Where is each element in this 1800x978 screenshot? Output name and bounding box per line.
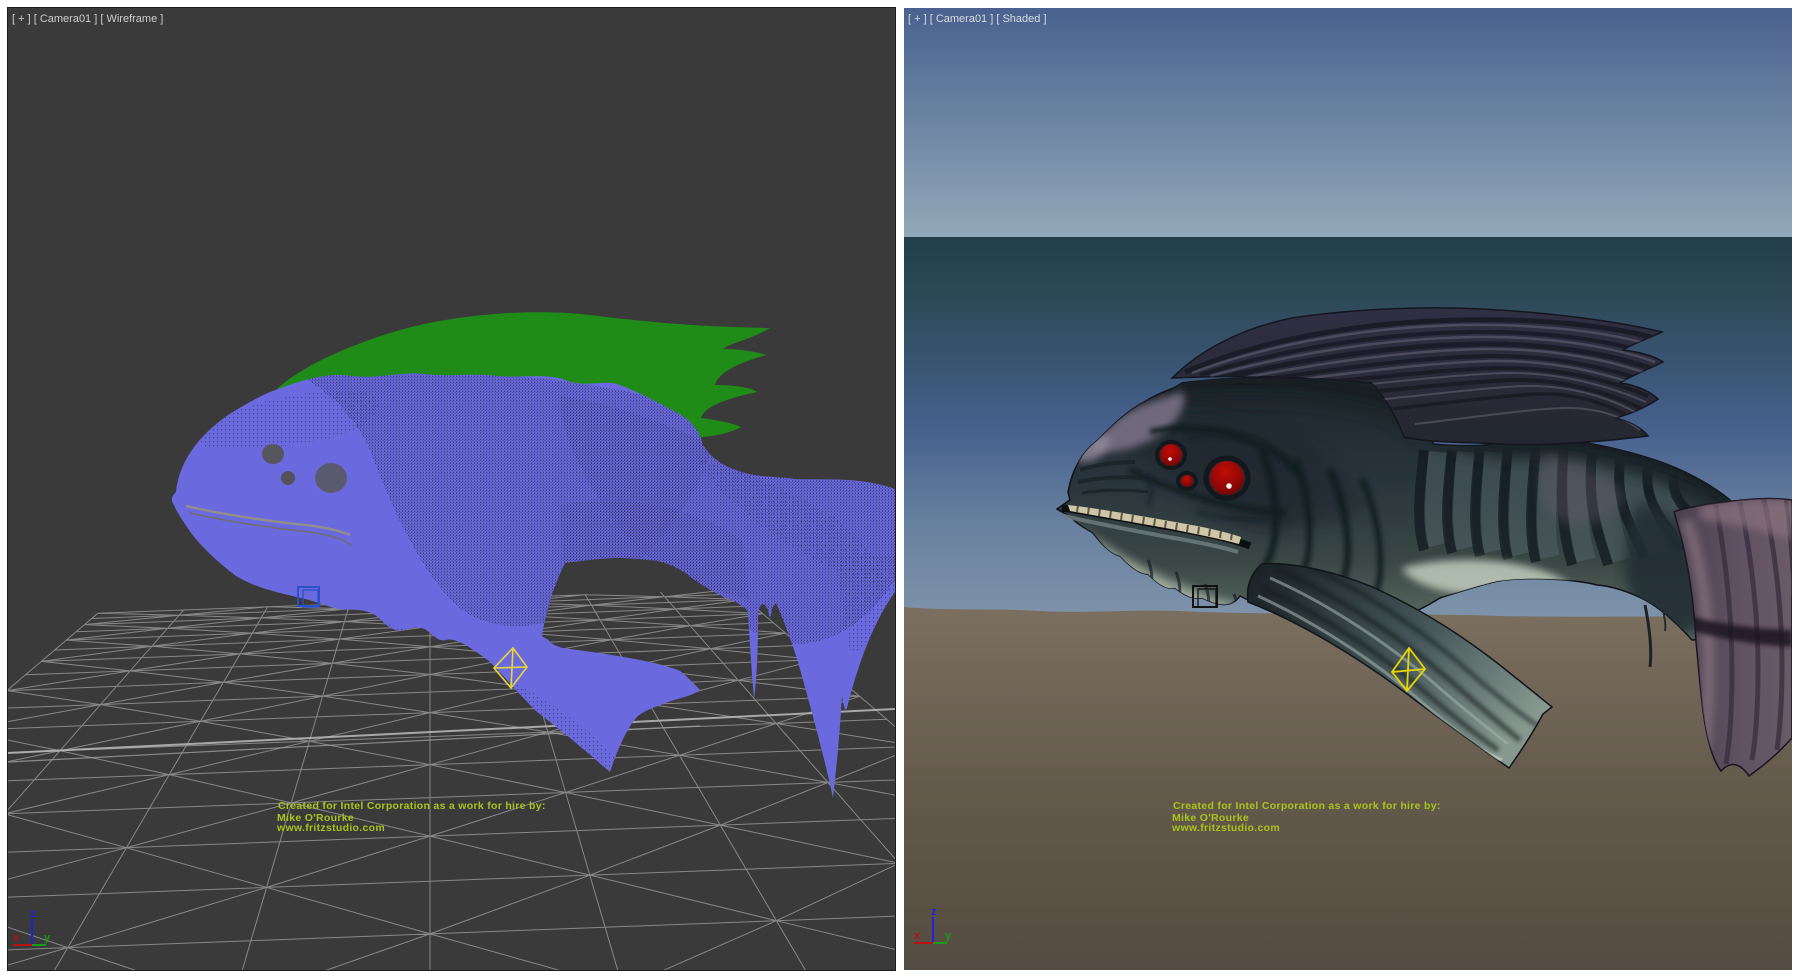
- svg-text:y: y: [945, 930, 952, 942]
- svg-text:www.fritzstudio.com: www.fritzstudio.com: [276, 822, 385, 834]
- svg-text:x: x: [914, 930, 921, 942]
- svg-text:Created for Intel Corporation: Created for Intel Corporation as a work …: [278, 800, 546, 812]
- svg-text:Created for Intel Corporation: Created for Intel Corporation as a work …: [1173, 800, 1441, 812]
- svg-text:z: z: [30, 908, 36, 920]
- svg-text:z: z: [931, 906, 937, 918]
- svg-text:www.fritzstudio.com: www.fritzstudio.com: [1171, 822, 1280, 834]
- svg-text:y: y: [44, 932, 51, 944]
- svg-text:x: x: [13, 932, 20, 944]
